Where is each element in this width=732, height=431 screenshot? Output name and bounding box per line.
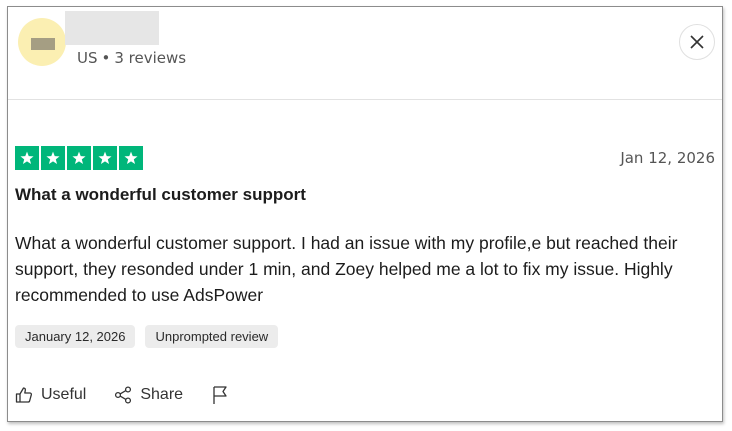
- star-icon: [67, 146, 91, 170]
- review-tags: January 12, 2026 Unprompted review: [15, 325, 279, 348]
- star-icon: [93, 146, 117, 170]
- close-icon: [690, 35, 704, 49]
- star-icon: [15, 146, 39, 170]
- avatar[interactable]: [18, 18, 66, 66]
- useful-label: Useful: [41, 386, 87, 403]
- useful-button[interactable]: Useful: [15, 386, 86, 404]
- flag-icon: [213, 386, 227, 404]
- reviewer-review-count: 3 reviews: [114, 49, 187, 67]
- tag-experience-date: January 12, 2026: [15, 325, 136, 348]
- thumbs-up-icon: [15, 387, 33, 403]
- share-label: Share: [140, 386, 184, 403]
- review-card: US • 3 reviews Jan 12, 2026 What a wonderf…: [7, 6, 723, 422]
- meta-separator: •: [101, 49, 111, 67]
- review-date: Jan 12, 2026: [620, 149, 715, 167]
- reviewer-name-redacted[interactable]: [65, 11, 159, 45]
- avatar-initials-redacted: [31, 38, 55, 50]
- close-button[interactable]: [679, 24, 715, 60]
- review-title: What a wonderful customer support: [15, 185, 306, 204]
- star-rating: [15, 146, 143, 170]
- share-icon: [115, 386, 132, 404]
- share-button[interactable]: Share: [114, 386, 183, 404]
- star-icon: [119, 146, 143, 170]
- review-body: What a wonderful customer support. I had…: [15, 233, 678, 305]
- tag-review-type: Unprompted review: [145, 325, 279, 348]
- report-button[interactable]: [211, 385, 237, 405]
- reviewer-country: US: [77, 49, 98, 67]
- star-icon: [41, 146, 65, 170]
- review-actions: Useful Share: [15, 385, 265, 405]
- reviewer-header: US • 3 reviews: [8, 7, 722, 100]
- reviewer-meta: US • 3 reviews: [77, 49, 186, 67]
